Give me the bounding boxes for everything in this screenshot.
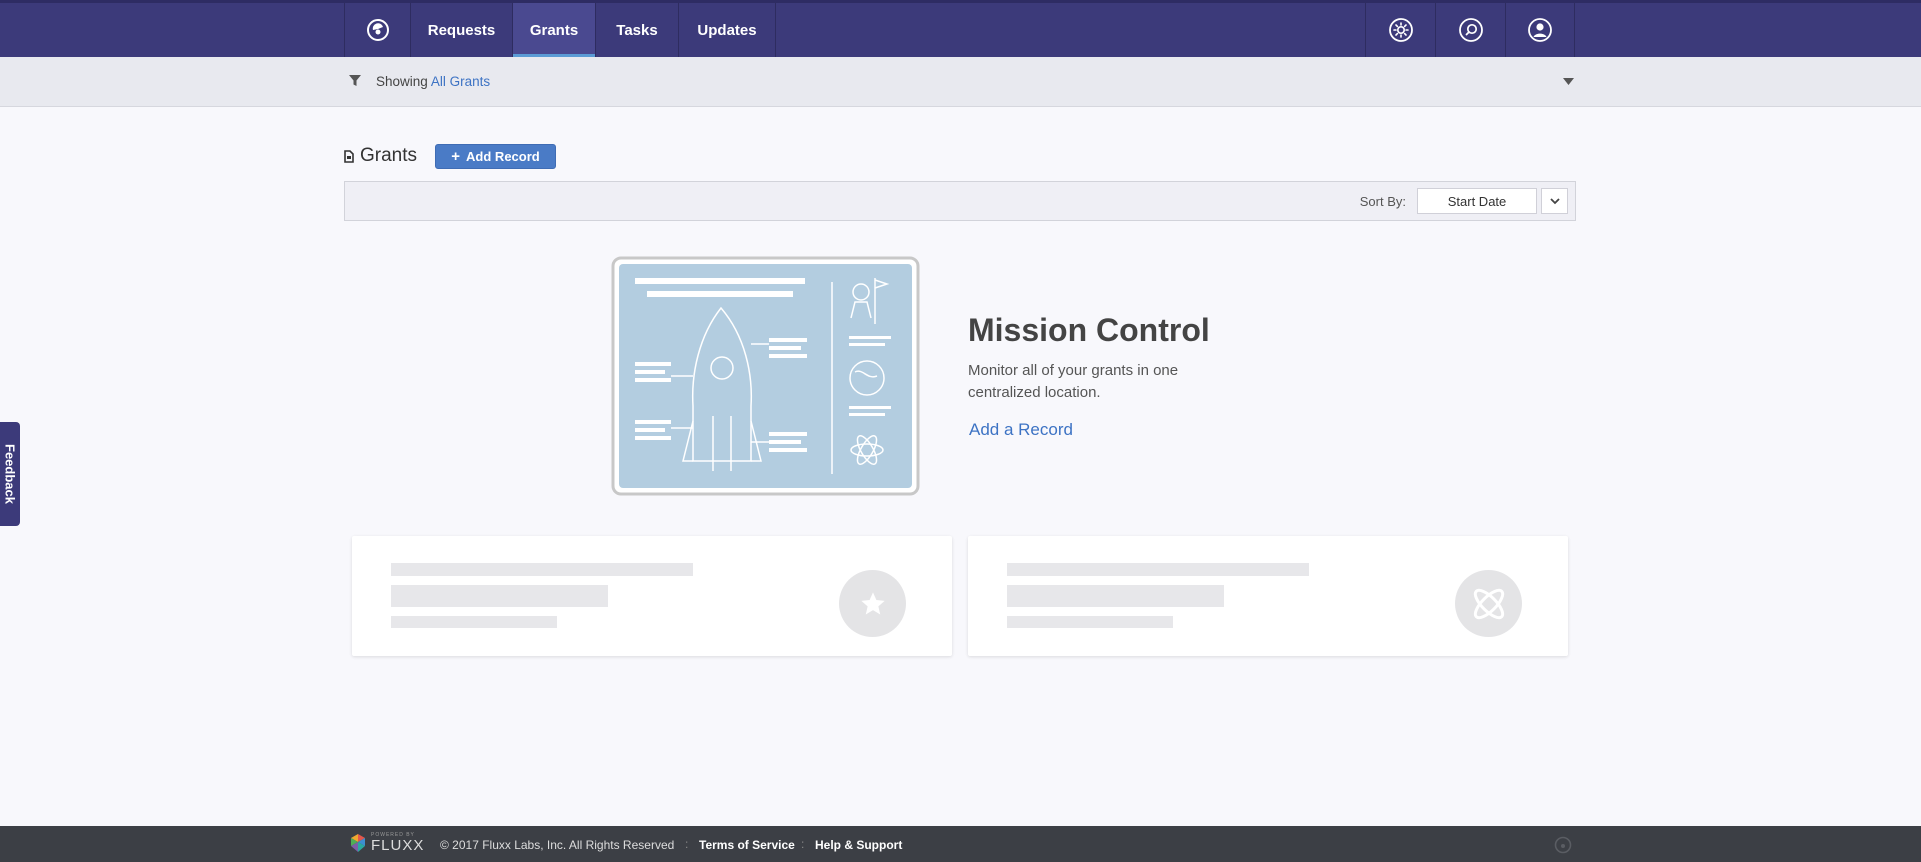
- hero-title: Mission Control: [968, 312, 1210, 348]
- document-icon: [344, 149, 354, 163]
- placeholder-line: [391, 563, 693, 576]
- tab-grants[interactable]: Grants: [513, 3, 596, 57]
- filter-bar[interactable]: Showing All Grants: [0, 57, 1921, 107]
- grants-title: Grants: [360, 145, 418, 166]
- placeholder-icon-circle: [839, 570, 906, 637]
- plus-icon: +: [451, 148, 461, 165]
- placeholder-line: [1007, 585, 1224, 607]
- tab-requests-label: Requests: [427, 21, 496, 39]
- star-icon: [860, 591, 885, 614]
- add-record-button[interactable]: + Add Record: [435, 144, 556, 169]
- tab-grants-label: Grants: [529, 21, 579, 39]
- placeholder-line: [391, 585, 608, 607]
- atom-icon: [1473, 588, 1504, 619]
- profile-button[interactable]: [1505, 3, 1575, 57]
- add-record-label: Add Record: [466, 149, 540, 164]
- user-icon: [1528, 18, 1552, 42]
- filter-summary: Showing All Grants: [376, 74, 490, 89]
- placeholder-line: [391, 616, 557, 628]
- fluxx-footer-logo[interactable]: POWERED BY FLUXX: [349, 833, 424, 853]
- feedback-label: Feedback: [2, 444, 18, 504]
- settings-button[interactable]: [1365, 3, 1435, 57]
- terms-of-service-link[interactable]: Terms of Service: [699, 838, 795, 852]
- home-logo-button[interactable]: [344, 3, 411, 57]
- tab-tasks[interactable]: Tasks: [596, 3, 679, 57]
- search-button[interactable]: [1435, 3, 1505, 57]
- sort-selected-value: Start Date: [1447, 193, 1507, 209]
- copyright-text: © 2017 Fluxx Labs, Inc. All Rights Reser…: [440, 838, 675, 852]
- footer-separator: :: [685, 837, 689, 851]
- fluxx-logo-icon: [351, 834, 365, 852]
- settings-icon: [1388, 18, 1413, 42]
- filter-icon: [349, 75, 361, 86]
- hero-description: Monitor all of your grants in one centra…: [968, 362, 1179, 401]
- tab-updates-label: Updates: [697, 21, 757, 39]
- search-icon: [1458, 18, 1483, 42]
- add-a-record-link[interactable]: Add a Record: [969, 420, 1073, 440]
- sort-select[interactable]: Start Date: [1417, 188, 1537, 214]
- fluxx-wordmark: POWERED BY FLUXX: [371, 833, 425, 854]
- chevron-down-icon: [1549, 197, 1560, 204]
- tab-tasks-label: Tasks: [616, 21, 658, 39]
- fluxx-logo-icon: [1554, 836, 1572, 854]
- footer-separator: :: [801, 837, 805, 851]
- placeholder-card: [352, 536, 952, 656]
- page-title: Grants: [344, 145, 417, 167]
- tab-updates[interactable]: Updates: [679, 3, 776, 57]
- feedback-tab[interactable]: Feedback: [0, 422, 20, 526]
- footer: POWERED BY FLUXX © 2017 Fluxx Labs, Inc.…: [0, 826, 1921, 862]
- fluxx-logo-icon: [366, 19, 389, 41]
- mission-control-illustration: [611, 256, 920, 496]
- placeholder-line: [1007, 563, 1309, 576]
- filter-prefix: Showing: [376, 74, 428, 89]
- sort-label: Sort By:: [1359, 194, 1406, 209]
- placeholder-line: [1007, 616, 1173, 628]
- placeholder-icon-circle: [1455, 570, 1522, 637]
- fluxx-brand-text: FLUXX: [371, 837, 425, 854]
- sort-direction-button[interactable]: [1541, 188, 1568, 214]
- help-support-link[interactable]: Help & Support: [815, 838, 902, 852]
- placeholder-card: [968, 536, 1568, 656]
- chevron-down-icon[interactable]: [1563, 78, 1574, 85]
- tab-requests[interactable]: Requests: [411, 3, 513, 57]
- nav-inner: Requests Grants Tasks Updates: [344, 3, 1575, 57]
- filter-value-link[interactable]: All Grants: [431, 74, 490, 89]
- top-navigation: Requests Grants Tasks Updates: [0, 0, 1921, 57]
- sort-bar: Sort By: Start Date: [344, 181, 1576, 221]
